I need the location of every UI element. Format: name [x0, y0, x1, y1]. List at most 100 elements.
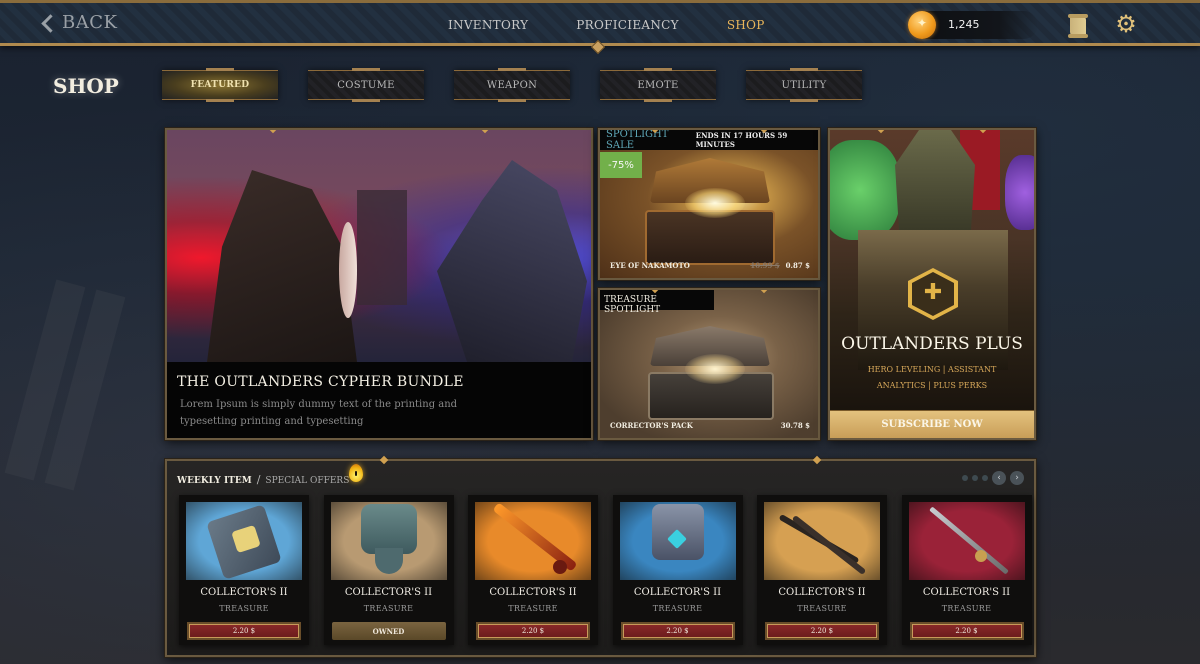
top-bar: BACK INVENTORY PROFICIEANCY SHOP 1,245 ⚙: [0, 0, 1200, 55]
main-nav: INVENTORY PROFICIEANCY SHOP: [448, 18, 813, 32]
treasure-tag: TREASURE SPOTLIGHT: [600, 290, 714, 315]
item-image: [764, 502, 880, 580]
item-image: [619, 502, 736, 580]
bundle-artwork: [167, 130, 591, 362]
item-card[interactable]: COLLECTOR'S II TREASURE 2.20 $: [179, 495, 309, 645]
sword-flame-art: [553, 560, 567, 574]
currency-value: 1,245: [948, 18, 980, 31]
item-name: COLLECTOR'S II: [633, 587, 722, 598]
tab-costume[interactable]: COSTUME: [308, 68, 424, 102]
outlanders-plus-card[interactable]: OUTLANDERS PLUS HERO LEVELING | ASSISTAN…: [828, 128, 1036, 440]
ornament-diamond: [590, 39, 606, 55]
green-creature: [830, 140, 900, 240]
item-name: COLLECTOR'S II: [922, 587, 1011, 598]
page-title: SHOP: [53, 74, 119, 98]
treasure-spotlight-card[interactable]: TREASURE SPOTLIGHT CORRECTOR'S PACK 30.7…: [598, 288, 820, 440]
plus-title: OUTLANDERS PLUS: [841, 334, 1023, 354]
item-card[interactable]: COLLECTOR'S II TREASURE 2.20 $: [901, 495, 1032, 645]
tab-label: EMOTE: [637, 79, 679, 91]
sale-price: 0.87 $: [785, 261, 810, 270]
buy-button[interactable]: 2.20 $: [620, 622, 735, 640]
archer-figure: [437, 160, 587, 362]
chest-glow: [685, 354, 745, 384]
plus-perks: HERO LEVELING | ASSISTANT ANALYTICS | PL…: [867, 365, 997, 390]
pager-dot[interactable]: [972, 475, 978, 481]
tab-emote[interactable]: EMOTE: [600, 68, 716, 102]
back-label: BACK: [62, 12, 118, 33]
scroll-icon[interactable]: [1068, 14, 1088, 38]
bundle-description: Lorem Ipsum is simply dummy text of the …: [180, 399, 458, 427]
weekly-subtitle: SPECIAL OFFERS: [265, 476, 350, 486]
chest-body: [645, 210, 775, 265]
subscribe-button[interactable]: SUBSCRIBE NOW: [830, 410, 1034, 438]
nav-shop[interactable]: SHOP: [727, 18, 765, 32]
fire-icon: [349, 464, 363, 482]
tab-label: COSTUME: [337, 79, 395, 91]
longsword-art: [974, 550, 987, 562]
pager-dot[interactable]: [962, 475, 968, 481]
pager-dot[interactable]: [982, 475, 988, 481]
weekly-heading: WEEKLY ITEM / SPECIAL OFFERS: [177, 473, 349, 486]
heading-separator: /: [256, 473, 261, 486]
sale-tag: SPOTLIGHT SALE: [606, 129, 669, 151]
item-image: [330, 502, 447, 580]
owned-button[interactable]: OWNED: [331, 622, 446, 640]
treasure-item-name: CORRECTOR'S PACK: [610, 421, 693, 430]
chest-glow: [685, 188, 745, 218]
item-card[interactable]: COLLECTOR'S II TREASURE 2.20 $: [468, 495, 598, 645]
nav-inventory[interactable]: INVENTORY: [448, 18, 528, 32]
item-image: [475, 502, 591, 580]
item-card[interactable]: COLLECTOR'S II TREASURE 2.20 $: [612, 495, 743, 645]
buy-button[interactable]: 2.20 $: [476, 622, 590, 640]
chevron-right-icon[interactable]: ›: [1010, 471, 1024, 485]
original-price: 10.99 $: [750, 261, 780, 270]
item-name: COLLECTOR'S II: [489, 587, 577, 598]
tab-label: FEATURED: [190, 80, 250, 90]
item-image: [186, 502, 302, 580]
buy-button[interactable]: 2.20 $: [187, 622, 301, 640]
longsword-art: [928, 506, 1009, 575]
buy-button[interactable]: 2.20 $: [765, 622, 879, 640]
ornament-stud: [759, 290, 768, 294]
currency-display: 1,245: [908, 11, 1038, 39]
tower-silhouette: [357, 190, 407, 305]
item-type: TREASURE: [219, 604, 269, 613]
item-card[interactable]: COLLECTOR'S II TREASURE 2.20 $: [757, 495, 887, 645]
tab-featured[interactable]: FEATURED: [162, 68, 278, 102]
nav-proficiency[interactable]: PROFICIEANCY: [576, 18, 679, 32]
gear-icon[interactable]: ⚙: [1114, 12, 1138, 36]
featured-bundle-card[interactable]: THE OUTLANDERS CYPHER BUNDLE Lorem Ipsum…: [165, 128, 593, 440]
chevron-left-icon: [40, 13, 54, 33]
treasure-price: 30.78 $: [780, 421, 810, 430]
item-name: COLLECTOR'S II: [200, 587, 288, 598]
item-name: COLLECTOR'S II: [344, 587, 433, 598]
daggers-art: [791, 514, 867, 576]
chevron-left-icon[interactable]: ‹: [992, 471, 1006, 485]
weekly-title: WEEKLY ITEM: [177, 476, 252, 486]
coin-icon: [908, 11, 936, 39]
item-name: COLLECTOR'S II: [778, 587, 866, 598]
category-tabs: FEATURED COSTUME WEAPON EMOTE UTILITY: [162, 68, 892, 102]
item-type: TREASURE: [508, 604, 558, 613]
tab-utility[interactable]: UTILITY: [746, 68, 862, 102]
tab-weapon[interactable]: WEAPON: [454, 68, 570, 102]
item-type: TREASURE: [941, 604, 992, 613]
weekly-items-panel: WEEKLY ITEM / SPECIAL OFFERS ‹ › COLLECT…: [165, 455, 1036, 657]
buy-button[interactable]: 2.20 $: [909, 622, 1024, 640]
spotlight-sale-card[interactable]: SPOTLIGHT SALE ENDS IN 17 HOURS 59 MINUT…: [598, 128, 820, 280]
armor-art: [374, 548, 403, 574]
item-card[interactable]: COLLECTOR'S II TREASURE OWNED: [323, 495, 454, 645]
item-type: TREASURE: [652, 604, 703, 613]
sale-timer: ENDS IN 17 HOURS 59 MINUTES: [695, 131, 788, 149]
sale-prices: 10.99 $ 0.87 $: [750, 261, 810, 270]
item-type: TREASURE: [797, 604, 847, 613]
discount-badge: -75%: [600, 152, 642, 178]
item-list: COLLECTOR'S II TREASURE 2.20 $ COLLECTOR'S …: [179, 495, 1046, 645]
bundle-title: THE OUTLANDERS CYPHER BUNDLE: [177, 374, 464, 390]
tab-label: WEAPON: [486, 79, 538, 91]
sale-item-name: EYE OF NAKAMOTO: [610, 261, 690, 270]
bundle-info: THE OUTLANDERS CYPHER BUNDLE Lorem Ipsum…: [167, 362, 591, 438]
item-type: TREASURE: [363, 604, 414, 613]
back-button[interactable]: BACK: [40, 12, 117, 33]
ornament-stud: [813, 455, 822, 465]
